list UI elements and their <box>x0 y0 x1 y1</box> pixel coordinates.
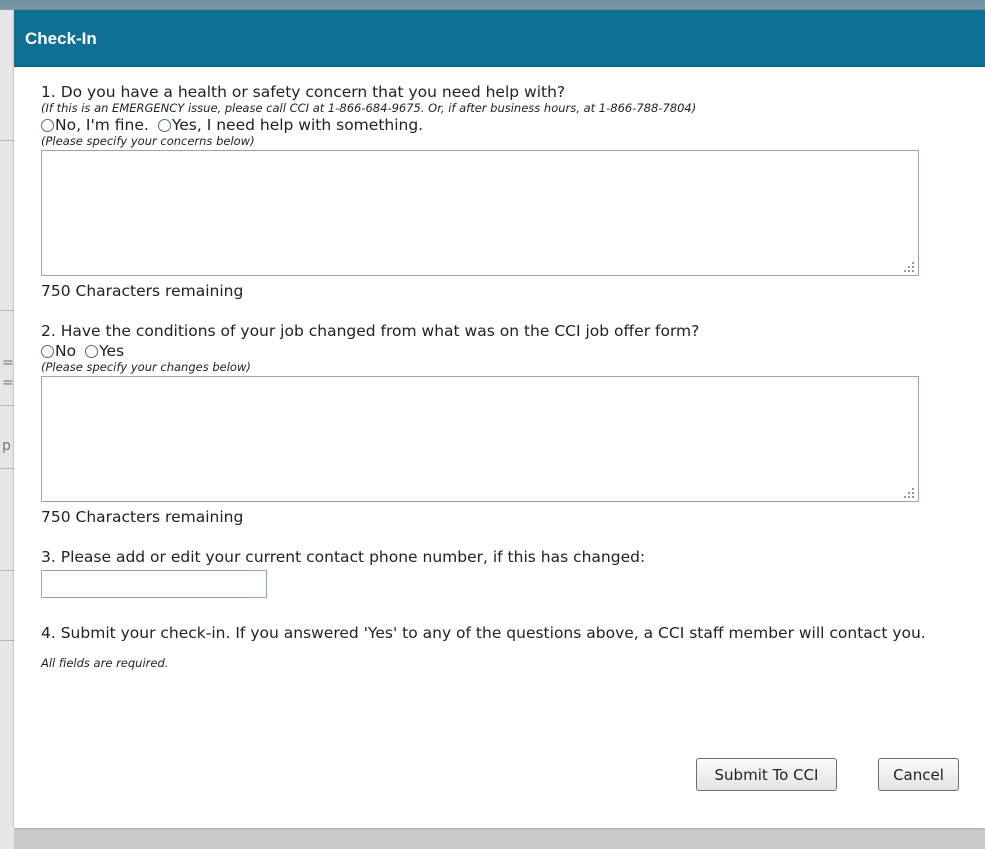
resize-grip-icon[interactable] <box>904 488 914 498</box>
q2-yes-radio[interactable] <box>85 344 99 358</box>
q2-specify-hint: (Please specify your changes below) <box>41 360 251 374</box>
q2-changes-textarea[interactable] <box>41 376 919 502</box>
q2-yes-label[interactable]: Yes <box>99 342 124 361</box>
check-in-dialog: Check-In 1. Do you have a health or safe… <box>14 10 985 828</box>
q1-concerns-textarea[interactable] <box>41 150 919 276</box>
q1-yes-label[interactable]: Yes, I need help with something. <box>172 116 423 135</box>
q2-characters-remaining: 750 Characters remaining <box>41 508 244 526</box>
phone-number-input[interactable] <box>41 570 267 598</box>
q1-no-label[interactable]: No, I'm fine. <box>55 116 149 135</box>
question-1: 1. Do you have a health or safety concer… <box>41 83 566 101</box>
question-2: 2. Have the conditions of your job chang… <box>41 322 700 340</box>
submit-to-cci-button[interactable]: Submit To CCI <box>696 758 837 791</box>
question-1-options: No, I'm fine. Yes, I need help with some… <box>41 115 971 135</box>
cancel-button[interactable]: Cancel <box>878 758 959 791</box>
background-page-edge: = = p <box>0 10 14 849</box>
dialog-title: Check-In <box>14 10 985 67</box>
q2-no-radio[interactable] <box>41 344 54 358</box>
q2-no-label[interactable]: No <box>55 342 76 361</box>
q1-characters-remaining: 750 Characters remaining <box>41 282 244 300</box>
q1-yes-radio[interactable] <box>157 118 171 132</box>
emergency-note: (If this is an EMERGENCY issue, please c… <box>41 101 697 115</box>
question-3: 3. Please add or edit your current conta… <box>41 548 646 566</box>
q1-no-radio[interactable] <box>41 118 54 132</box>
resize-grip-icon[interactable] <box>904 262 914 272</box>
check-in-form: 1. Do you have a health or safety concer… <box>41 83 971 670</box>
background-page-header <box>0 0 985 10</box>
question-2-options: No Yes <box>41 341 971 361</box>
all-fields-required-note: All fields are required. <box>41 656 169 670</box>
q1-specify-hint: (Please specify your concerns below) <box>41 134 255 148</box>
question-4: 4. Submit your check-in. If you answered… <box>41 624 926 642</box>
